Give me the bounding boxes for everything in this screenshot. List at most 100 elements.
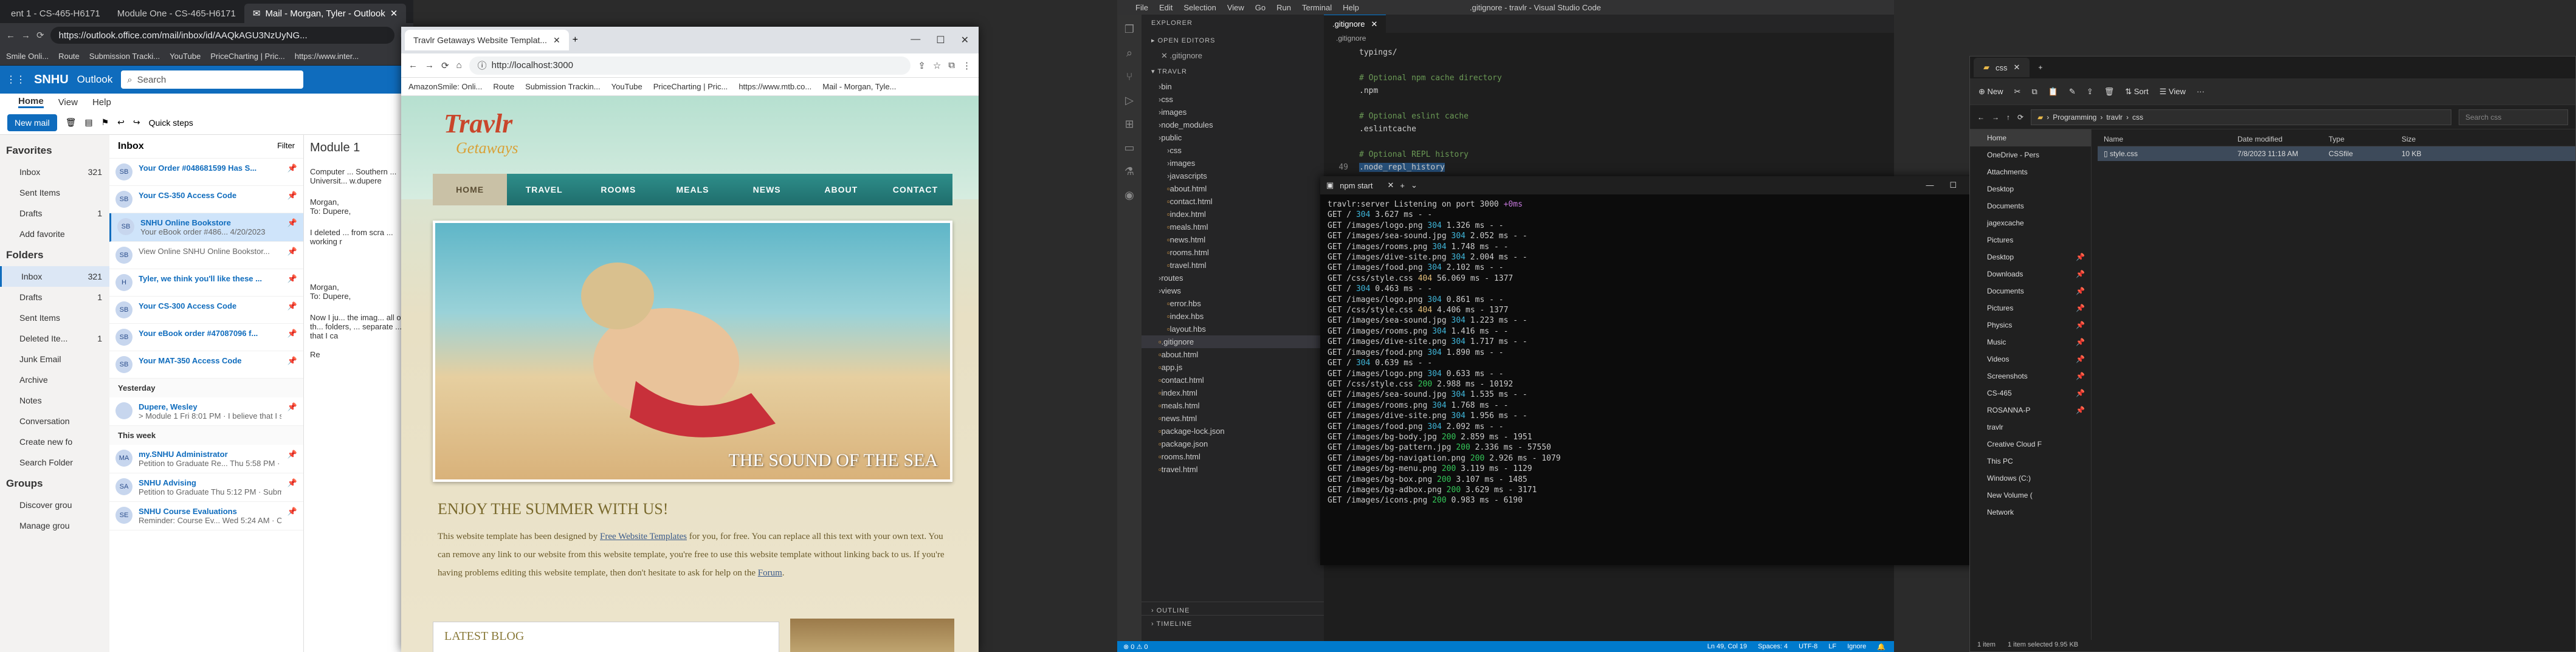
menu-view[interactable]: View (1227, 3, 1244, 12)
explorer-tab-css[interactable]: ▰ css ✕ (1974, 58, 2030, 77)
file-row[interactable]: ▯ style.css 7/8/2023 11:18 AM CSSfile 10… (2098, 146, 2575, 161)
nav-about[interactable]: ABOUT (804, 185, 878, 194)
folder-item[interactable]: Junk Email (0, 349, 109, 369)
pin-icon[interactable]: 📌 (288, 402, 297, 412)
nav-pane-item[interactable]: Documents 📌 (1970, 283, 2091, 300)
message-row[interactable]: SE SNHU Course Evaluations Reminder: Cours… (109, 502, 303, 530)
quick-steps-button[interactable]: Quick steps (149, 118, 193, 128)
up-icon[interactable]: ↑ (2006, 113, 2010, 122)
nav-pane-item[interactable]: Downloads 📌 (1970, 266, 2091, 283)
tree-file[interactable]: ▫ error.hbs (1142, 297, 1324, 310)
message-row[interactable]: SB Your Order #048681599 Has S... 📌 (109, 159, 303, 186)
tab-help[interactable]: Help (92, 97, 111, 108)
forward-icon[interactable]: → (425, 60, 434, 70)
site-logo[interactable]: Travlr Getaways (444, 108, 518, 157)
folder-item[interactable]: Search Folder (0, 452, 109, 473)
close-icon[interactable]: ✕ (1387, 180, 1394, 190)
back-icon[interactable]: ← (6, 30, 15, 41)
home-icon[interactable]: ⌂ (456, 60, 462, 70)
pin-icon[interactable]: 📌 (288, 247, 297, 256)
nav-pane-item[interactable]: New Volume ( (1970, 487, 2091, 504)
extensions-icon[interactable]: ⊞ (1124, 118, 1134, 131)
menu-terminal[interactable]: Terminal (1302, 3, 1332, 12)
close-icon[interactable]: ✕ (553, 35, 560, 46)
browser-tab[interactable]: Module One - CS-465-H6171 (109, 4, 244, 23)
folders-header[interactable]: Folders (0, 244, 109, 266)
source-control-icon[interactable]: ⑂ (1126, 70, 1133, 83)
menu-run[interactable]: Run (1276, 3, 1291, 12)
menu-go[interactable]: Go (1255, 3, 1266, 12)
filter-button[interactable]: Filter (277, 141, 295, 152)
browser-tab[interactable]: ent 1 - CS-465-H6171 (2, 4, 109, 23)
back-icon[interactable]: ← (1977, 113, 1985, 122)
message-row[interactable]: SB Your CS-300 Access Code 📌 (109, 297, 303, 324)
col-date[interactable]: Date modified (2237, 135, 2329, 143)
bookmark[interactable]: YouTube (611, 82, 642, 91)
explorer-search-input[interactable]: Search css (2459, 109, 2568, 125)
message-row[interactable]: Dupere, Wesley > Module 1 Fri 8:01 PM · I… (109, 397, 303, 426)
nav-pane-item[interactable]: Videos 📌 (1970, 351, 2091, 368)
close-icon[interactable]: ✕ (2014, 63, 2020, 72)
tree-file[interactable]: ▫ layout.hbs (1142, 323, 1324, 335)
encoding[interactable]: UTF-8 (1799, 643, 1817, 651)
tree-file[interactable]: ▫ news.html (1142, 412, 1324, 425)
maximize-icon[interactable]: ☐ (1949, 180, 1957, 190)
tree-file[interactable]: ▫ contact.html (1142, 195, 1324, 208)
project-section[interactable]: ▾ TRAVLR (1142, 63, 1324, 80)
pin-icon[interactable]: 📌 (288, 218, 297, 228)
folder-item[interactable]: Notes (0, 390, 109, 411)
reply-icon[interactable]: ↩ (117, 117, 125, 128)
reload-icon[interactable]: ⟳ (441, 60, 449, 71)
more-icon[interactable]: ··· (2197, 87, 2205, 96)
app-launcher-icon[interactable]: ⋮⋮ (6, 74, 26, 86)
nav-pane-item[interactable]: Desktop (1970, 180, 2091, 197)
menu-help[interactable]: Help (1343, 3, 1359, 12)
forum-link[interactable]: Forum (758, 568, 782, 578)
browser-tab-outlook[interactable]: ✉ Mail - Morgan, Tyler - Outlook ✕ (244, 4, 407, 23)
blog-thumbnail[interactable] (790, 619, 954, 652)
url-field[interactable]: https://outlook.office.com/mail/inbox/id… (50, 27, 395, 44)
pin-icon[interactable]: 📌 (288, 301, 297, 311)
tree-folder[interactable]: › node_modules (1142, 118, 1324, 131)
message-row[interactable]: SB Your CS-350 Access Code 📌 (109, 186, 303, 213)
bookmark[interactable]: Submission Trackin... (525, 82, 601, 91)
folder-item[interactable]: Archive (0, 369, 109, 390)
bookmark[interactable]: Smile Onli... (6, 52, 49, 61)
nav-pane-item[interactable]: OneDrive - Pers (1970, 146, 2091, 163)
pin-icon[interactable]: 📌 (288, 507, 297, 516)
path-breadcrumb[interactable]: ▰ › Programming › travlr › css (2031, 109, 2451, 125)
col-name[interactable]: Name (2104, 135, 2237, 143)
view-button[interactable]: ☰ View (2160, 87, 2186, 97)
tree-folder[interactable]: › javascripts (1142, 170, 1324, 182)
forward-icon[interactable]: → (1992, 113, 1999, 122)
nav-pane-item[interactable]: Creative Cloud F (1970, 436, 2091, 453)
nav-pane-item[interactable]: Pictures (1970, 232, 2091, 249)
bookmark[interactable]: https://www.inter... (295, 52, 359, 61)
close-window-icon[interactable]: ✕ (961, 34, 969, 46)
folder-item[interactable]: Inbox 321 (0, 266, 109, 287)
folder-item[interactable]: Sent Items (0, 307, 109, 328)
menu-icon[interactable]: ⋮ (962, 60, 971, 71)
col-type[interactable]: Type (2329, 135, 2402, 143)
close-icon[interactable]: ✕ (1371, 19, 1377, 29)
back-icon[interactable]: ← (408, 60, 418, 70)
tree-folder[interactable]: › public (1142, 131, 1324, 144)
terminal-output[interactable]: travlr:server Listening on port 3000 +0m… (1320, 194, 1989, 511)
pin-icon[interactable]: 📌 (288, 478, 297, 488)
message-row[interactable]: SA SNHU Advising Petition to Graduate Thu … (109, 473, 303, 502)
nav-rooms[interactable]: ROOMS (581, 185, 655, 194)
pin-icon[interactable]: 📌 (288, 450, 297, 459)
menu-file[interactable]: File (1135, 3, 1148, 12)
tree-file[interactable]: ▫ index.html (1142, 208, 1324, 221)
tab-view[interactable]: View (58, 97, 78, 108)
maximize-icon[interactable]: ☐ (936, 34, 945, 46)
mail-search-input[interactable]: ⌕ Search (121, 70, 304, 89)
message-row[interactable]: SB View Online SNHU Online Bookstor... 📌 (109, 242, 303, 269)
tree-folder[interactable]: › bin (1142, 80, 1324, 93)
line-ending[interactable]: LF (1828, 643, 1836, 651)
archive-icon[interactable]: ▤ (84, 117, 92, 128)
nav-pane-item[interactable]: jagexcache (1970, 214, 2091, 232)
delete-icon[interactable]: 🗑 (2104, 87, 2115, 97)
cut-icon[interactable]: ✂ (2014, 87, 2021, 97)
folder-item[interactable]: Deleted Ite... 1 (0, 328, 109, 349)
